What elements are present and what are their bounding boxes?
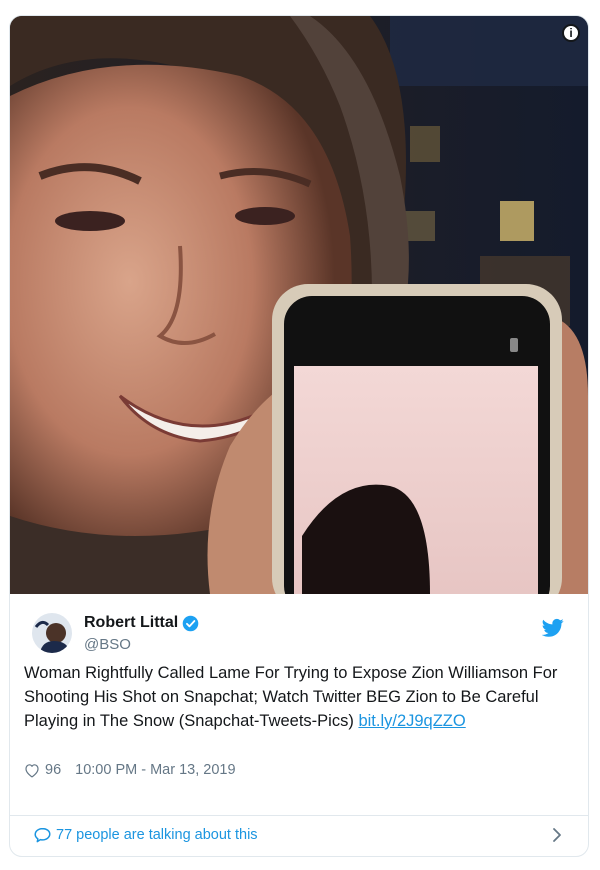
talking-about-count[interactable]: 77 people are talking about this bbox=[56, 827, 258, 843]
tweet-meta: 96 10:00 PM - Mar 13, 2019 bbox=[24, 762, 236, 778]
tweet-body: Woman Rightfully Called Lame For Trying … bbox=[24, 661, 564, 733]
selfie-photo-illustration bbox=[10, 16, 588, 594]
tweet-body-text: Woman Rightfully Called Lame For Trying … bbox=[24, 664, 558, 730]
chevron-right-icon[interactable] bbox=[552, 827, 562, 843]
twitter-bird-icon[interactable] bbox=[542, 618, 564, 638]
author-handle[interactable]: @BSO bbox=[84, 636, 131, 653]
tweet-timestamp[interactable]: 10:00 PM - Mar 13, 2019 bbox=[75, 762, 235, 778]
heart-icon[interactable] bbox=[24, 763, 40, 778]
conversation-link[interactable]: 77 people are talking about this bbox=[10, 816, 588, 856]
verified-badge-icon bbox=[182, 615, 199, 631]
like-count[interactable]: 96 bbox=[45, 762, 61, 778]
author-avatar[interactable] bbox=[32, 613, 72, 653]
tweet-author-header: Robert Littal @BSO bbox=[10, 594, 588, 664]
tweet-photo[interactable]: i bbox=[10, 16, 588, 594]
speech-bubble-icon bbox=[34, 827, 51, 843]
tweet-link[interactable]: bit.ly/2J9qZZO bbox=[358, 712, 465, 730]
info-icon[interactable]: i bbox=[562, 24, 580, 42]
author-name-row: Robert Littal bbox=[84, 614, 199, 632]
author-name[interactable]: Robert Littal bbox=[84, 614, 178, 632]
